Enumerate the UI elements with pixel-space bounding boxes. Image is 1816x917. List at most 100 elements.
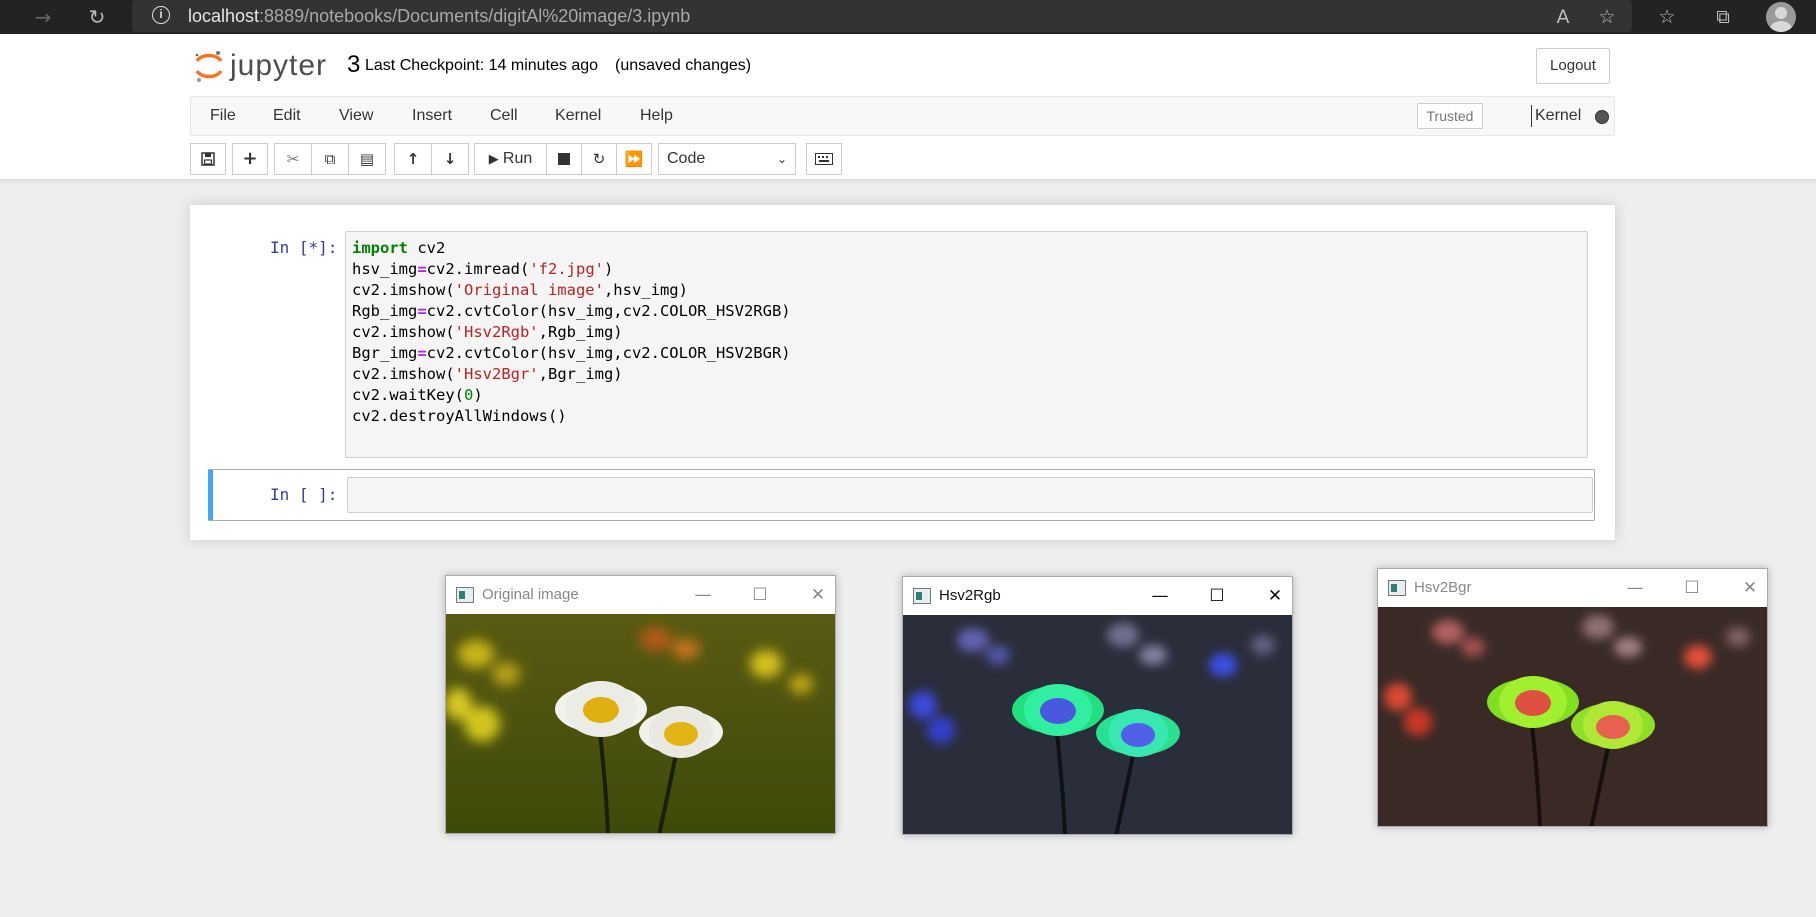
- favorites-icon[interactable]: ☆: [1654, 4, 1680, 30]
- code-operator: =: [417, 260, 427, 278]
- cell-1-editor[interactable]: import cv2 hsv_img=cv2.imread('f2.jpg') …: [345, 231, 1588, 458]
- window-title: Hsv2Bgr: [1414, 579, 1472, 596]
- move-up-button[interactable]: ↑: [394, 143, 432, 175]
- url-text[interactable]: localhost:8889/notebooks/Documents/digit…: [188, 6, 690, 27]
- code-string: 'f2.jpg': [529, 260, 604, 278]
- run-button[interactable]: ▶ Run: [474, 143, 547, 175]
- code-line-2: hsv_img=cv2.imread('f2.jpg'): [352, 260, 614, 278]
- menu-insert[interactable]: Insert: [412, 107, 452, 125]
- paste-button[interactable]: ▤: [348, 143, 386, 175]
- site-info-icon[interactable]: i: [152, 6, 170, 24]
- app-icon: [456, 587, 474, 603]
- code-line-5: cv2.imshow('Hsv2Rgb',Rgb_img): [352, 323, 623, 341]
- read-aloud-icon[interactable]: A: [1550, 4, 1576, 30]
- browser-toolbar: → ↻ i localhost:8889/notebooks/Documents…: [0, 0, 1816, 34]
- jupyter-logo[interactable]: jupyter: [194, 49, 330, 85]
- close-icon[interactable]: ✕: [1261, 583, 1289, 609]
- cell-2-prompt: In [ ]:: [270, 485, 338, 504]
- kernel-name[interactable]: Kernel: [1535, 107, 1581, 125]
- kernel-divider: [1531, 105, 1532, 127]
- app-icon: [913, 588, 931, 604]
- menu-kernel[interactable]: Kernel: [555, 107, 601, 125]
- notebook-container: In [*]: import cv2 hsv_img=cv2.imread('f…: [190, 205, 1615, 540]
- code-line-6: Bgr_img=cv2.cvtColor(hsv_img,cv2.COLOR_H…: [352, 344, 791, 362]
- minimize-icon[interactable]: —: [689, 582, 717, 608]
- save-button[interactable]: [190, 143, 226, 175]
- run-label: Run: [502, 150, 533, 167]
- code-line-7: cv2.imshow('Hsv2Bgr',Bgr_img): [352, 365, 623, 383]
- keyboard-icon: [815, 153, 833, 165]
- original-image: [446, 614, 835, 833]
- code-line-1: import cv2: [352, 239, 446, 257]
- code-string: 'Hsv2Rgb': [454, 323, 539, 341]
- window-title: Original image: [482, 586, 579, 603]
- restart-run-all-button[interactable]: ⏩: [616, 143, 652, 175]
- code-keyword: import: [352, 239, 408, 257]
- notebook-name[interactable]: 3: [347, 51, 360, 79]
- run-icon: ▶: [488, 152, 503, 167]
- forward-icon[interactable]: →: [30, 4, 56, 30]
- interrupt-button[interactable]: [546, 143, 582, 175]
- code-line-8: cv2.waitKey(0): [352, 386, 483, 404]
- hsv2bgr-image: [1378, 607, 1767, 826]
- stop-icon: [558, 153, 570, 165]
- command-palette-button[interactable]: [806, 143, 842, 175]
- chevron-down-icon: ⌄: [776, 152, 787, 166]
- code-string: 'Original image': [454, 281, 604, 299]
- code-number: 0: [463, 386, 474, 404]
- checkpoint-status: Last Checkpoint: 14 minutes ago: [365, 57, 599, 74]
- jupyter-logo-icon: [195, 51, 223, 83]
- cell-2-editor[interactable]: [347, 477, 1593, 513]
- cell-type-value: Code: [667, 150, 706, 167]
- window-hsv2rgb[interactable]: Hsv2Rgb — ☐ ✕: [902, 576, 1293, 835]
- app-icon: [1388, 580, 1406, 596]
- collections-icon[interactable]: ⧉: [1710, 4, 1736, 30]
- code-operator: =: [417, 344, 427, 362]
- cut-button[interactable]: ✂: [274, 143, 312, 175]
- minimize-icon[interactable]: —: [1621, 575, 1649, 601]
- code-line-9: cv2.destroyAllWindows(): [352, 407, 567, 425]
- code-line-4: Rgb_img=cv2.cvtColor(hsv_img,cv2.COLOR_H…: [352, 302, 791, 320]
- code-operator: =: [417, 302, 427, 320]
- save-icon: [201, 152, 215, 166]
- hsv2rgb-image: [903, 615, 1292, 834]
- maximize-icon[interactable]: ☐: [1203, 583, 1231, 609]
- insert-cell-button[interactable]: +: [232, 143, 268, 175]
- window-original-image[interactable]: Original image — ☐ ✕: [445, 575, 836, 834]
- close-icon[interactable]: ✕: [1736, 575, 1764, 601]
- code-line-3: cv2.imshow('Original image',hsv_img): [352, 281, 688, 299]
- restart-button[interactable]: ↻: [581, 143, 617, 175]
- menu-view[interactable]: View: [339, 107, 373, 125]
- logout-button[interactable]: Logout: [1536, 48, 1610, 84]
- menu-cell[interactable]: Cell: [490, 107, 518, 125]
- menu-help[interactable]: Help: [640, 107, 673, 125]
- minimize-icon[interactable]: —: [1146, 583, 1174, 609]
- copy-button[interactable]: ⧉: [311, 143, 349, 175]
- menu-bar: File Edit View Insert Cell Kernel Help T…: [190, 96, 1615, 136]
- cell-2[interactable]: In [ ]:: [208, 469, 1595, 521]
- reload-icon[interactable]: ↻: [84, 4, 110, 30]
- move-down-button[interactable]: ↓: [431, 143, 469, 175]
- maximize-icon[interactable]: ☐: [746, 582, 774, 608]
- jupyter-header: jupyter 3 Last Checkpoint: 14 minutes ag…: [0, 34, 1816, 180]
- window-hsv2bgr[interactable]: Hsv2Bgr — ☐ ✕: [1377, 568, 1768, 827]
- cell-type-select[interactable]: Code ⌄: [658, 143, 796, 175]
- kernel-busy-indicator: [1595, 110, 1609, 124]
- url-path: :8889/notebooks/Documents/digitAl%20imag…: [259, 6, 691, 26]
- address-bar[interactable]: i localhost:8889/notebooks/Documents/dig…: [132, 0, 1632, 32]
- window-titlebar[interactable]: Hsv2Rgb — ☐ ✕: [903, 577, 1292, 615]
- window-titlebar[interactable]: Original image — ☐ ✕: [446, 576, 835, 614]
- autosave-status: (unsaved changes): [615, 57, 752, 74]
- profile-avatar[interactable]: [1766, 2, 1796, 32]
- window-titlebar[interactable]: Hsv2Bgr — ☐ ✕: [1378, 569, 1767, 607]
- trusted-indicator[interactable]: Trusted: [1417, 103, 1483, 129]
- maximize-icon[interactable]: ☐: [1678, 575, 1706, 601]
- url-host: localhost: [188, 6, 260, 26]
- menu-edit[interactable]: Edit: [273, 107, 301, 125]
- close-icon[interactable]: ✕: [804, 582, 832, 608]
- jupyter-wordmark: jupyter: [230, 49, 328, 82]
- cell-1-prompt: In [*]:: [270, 238, 338, 257]
- menu-file[interactable]: File: [210, 107, 236, 125]
- code-string: 'Hsv2Bgr': [454, 365, 539, 383]
- add-favorite-icon[interactable]: ☆: [1594, 4, 1620, 30]
